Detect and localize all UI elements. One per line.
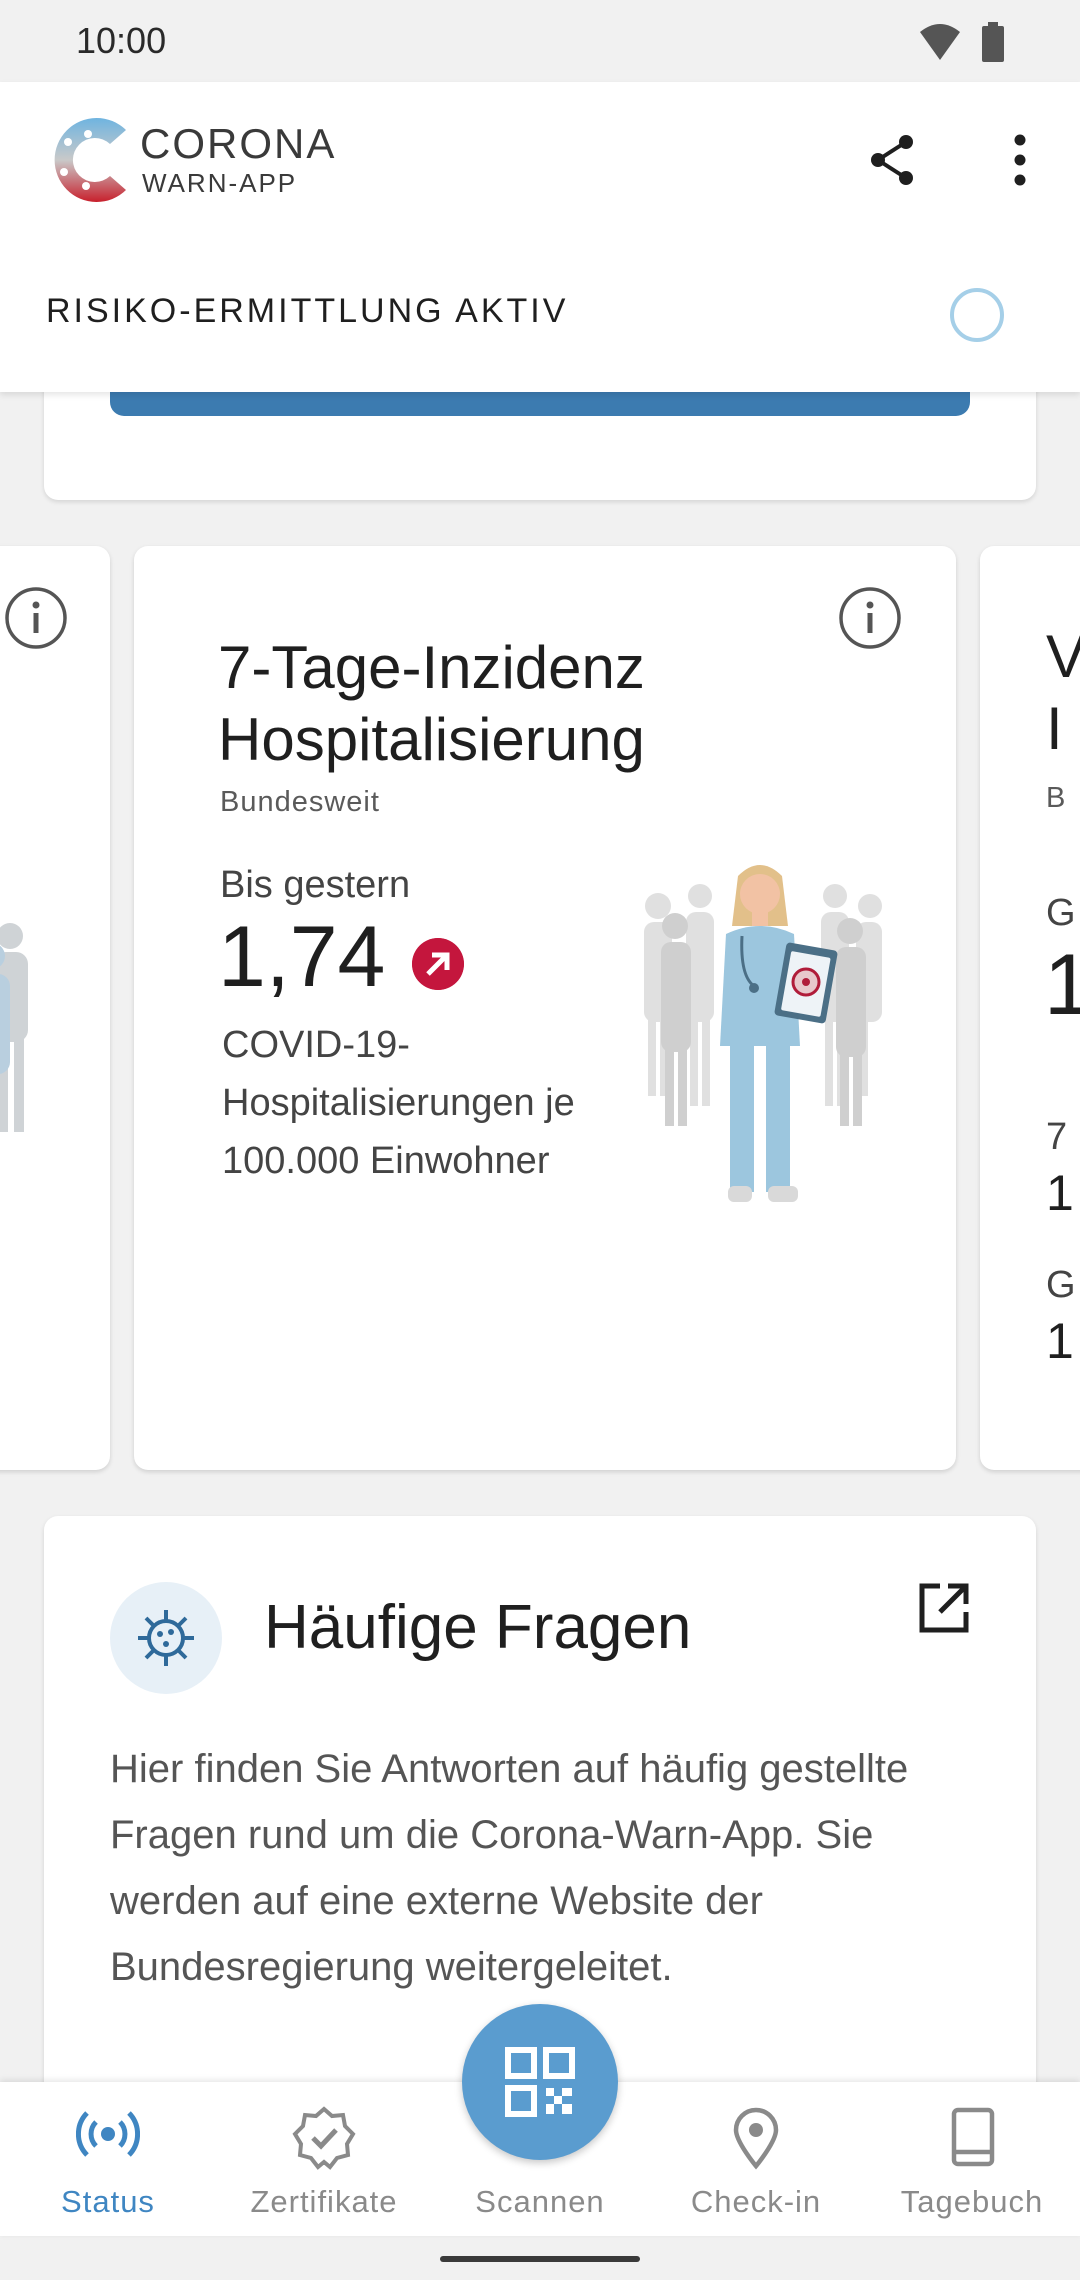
corona-warn-app-logo-icon (54, 118, 126, 202)
status-bar: 10:00 (0, 0, 1080, 82)
more-options-icon[interactable] (1000, 132, 1040, 188)
stat-card-right-label-fragment: 7 (1046, 1116, 1068, 1158)
info-icon[interactable] (4, 586, 68, 650)
certificate-badge-icon (292, 2106, 356, 2170)
loading-spinner-icon (950, 288, 1004, 342)
people-illustration-icon (0, 923, 28, 1132)
system-navigation (0, 2236, 1080, 2280)
app-brand-subtitle: WARN-APP (142, 168, 298, 198)
stat-card-title-line1: 7-Tage-Inzidenz (218, 634, 645, 701)
stat-card-title: 7-Tage-Inzidenz Hospitalisierung (218, 632, 645, 776)
location-pin-icon (733, 2107, 779, 2170)
stat-card-right: V I B G 1 7 1 G 1 (980, 546, 1080, 1470)
qr-code-icon (505, 2047, 575, 2117)
faq-title: Häufige Fragen (264, 1593, 692, 1662)
nav-label-scannen: Scannen (475, 2184, 605, 2219)
nav-label-checkin: Check-in (690, 2184, 822, 2219)
stat-card-right-title-fragment: V (1046, 623, 1080, 690)
app-header: CORONA WARN-APP RISIKO-ERMITTLUNG AKTIV (0, 82, 1080, 392)
nav-item-tagebuch[interactable]: Tagebuch (864, 2082, 1080, 2236)
stat-card-right-value-fragment: 1 (1046, 1165, 1074, 1221)
trend-up-arrow-icon (412, 938, 464, 990)
diary-book-icon (951, 2107, 995, 2167)
stat-card-right-label-fragment: G (1046, 1264, 1076, 1306)
broadcast-icon (76, 2111, 140, 2157)
status-time: 10:00 (76, 20, 167, 61)
battery-icon (982, 22, 1004, 62)
stat-card-left (0, 546, 110, 1470)
nav-item-status[interactable]: Status (0, 2082, 216, 2236)
stat-card-right-label-fragment: G (1046, 892, 1076, 934)
app-brand-name: CORONA (140, 120, 337, 167)
scan-fab-button[interactable] (462, 2004, 618, 2160)
nav-label-status: Status (61, 2184, 155, 2219)
stat-card-right-value-fragment: 1 (1044, 937, 1080, 1033)
share-icon[interactable] (868, 132, 918, 188)
wifi-icon (920, 24, 960, 60)
stat-card-right-title-fragment: I (1046, 695, 1063, 762)
external-link-icon[interactable] (916, 1580, 972, 1636)
doctor-illustration-icon (644, 865, 882, 1202)
risk-status-label[interactable]: RISIKO-ERMITTLUNG AKTIV (46, 292, 568, 331)
nav-item-zertifikate[interactable]: Zertifikate (216, 2082, 432, 2236)
stat-card-description: COVID-19-Hospitalisierungen je 100.000 E… (222, 1024, 575, 1182)
stat-card-region: Bundesweit (220, 786, 380, 818)
stat-card-right-sub-fragment: B (1046, 782, 1066, 814)
home-indicator[interactable] (440, 2256, 640, 2262)
info-icon[interactable] (838, 586, 902, 650)
stat-card-title-line2: Hospitalisierung (218, 706, 645, 773)
virus-icon (138, 1610, 194, 1666)
nav-label-tagebuch: Tagebuch (900, 2184, 1044, 2219)
stat-card-right-value-fragment: 1 (1046, 1313, 1074, 1369)
nav-label-zertifikate: Zertifikate (250, 2184, 398, 2219)
stat-card-period-label: Bis gestern (220, 864, 411, 906)
faq-description: Hier finden Sie Antworten auf häufig ges… (110, 1747, 909, 1989)
nav-item-checkin[interactable]: Check-in (648, 2082, 864, 2236)
stat-card-value: 1,74 (218, 909, 386, 1005)
hospitalization-incidence-card: 7-Tage-Inzidenz Hospitalisierung Bundesw… (134, 546, 956, 1470)
faq-icon-container (110, 1582, 222, 1694)
